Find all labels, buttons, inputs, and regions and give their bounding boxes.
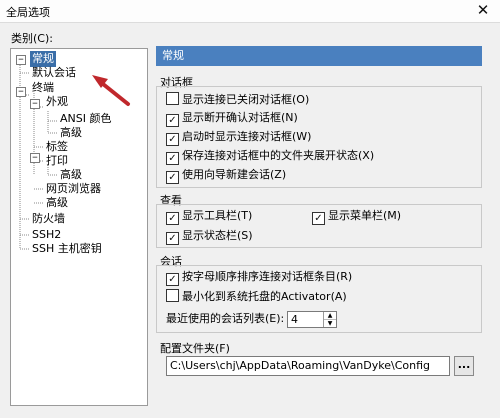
tree-item-firewall[interactable]: 防火墙	[30, 211, 67, 227]
checkbox-icon[interactable]: ✓	[166, 171, 179, 184]
tree-item-ssh-host-keys[interactable]: SSH 主机密钥	[30, 241, 104, 257]
browse-button[interactable]: ...	[454, 356, 474, 376]
option-sort-alphabetically[interactable]: ✓ 按字母顺序排序连接对话框条目(R)	[166, 269, 353, 286]
collapse-icon[interactable]: −	[30, 99, 40, 109]
checkbox-icon[interactable]: ✓	[166, 212, 179, 225]
category-label: 类别(C):	[11, 32, 53, 45]
option-label: 启动时显示连接对话框(W)	[182, 130, 312, 143]
section-header: 常规	[156, 46, 482, 66]
checkbox-icon[interactable]: ✓	[312, 212, 325, 225]
checkbox-icon[interactable]: ✓	[166, 232, 179, 245]
tree-item-browser-advanced[interactable]: 高级	[44, 195, 70, 211]
spin-up-icon[interactable]: ▲	[324, 312, 336, 320]
option-minimize-to-tray[interactable]: 最小化到系统托盘的Activator(A)	[166, 289, 347, 305]
option-show-menubar[interactable]: ✓ 显示菜单栏(M)	[312, 208, 402, 225]
option-label: 按字母顺序排序连接对话框条目(R)	[182, 270, 353, 283]
collapse-icon[interactable]: −	[30, 153, 40, 163]
checkbox-icon[interactable]: ✓	[166, 273, 179, 286]
collapse-icon[interactable]: −	[16, 87, 26, 97]
checkbox-icon[interactable]: ✓	[166, 114, 179, 127]
recent-sessions-stepper[interactable]: 4 ▲ ▼	[287, 311, 337, 328]
option-save-folder-state[interactable]: ✓ 保存连接对话框中的文件夹展开状态(X)	[166, 148, 375, 165]
option-label: 显示工具栏(T)	[182, 209, 253, 222]
checkbox-icon[interactable]	[166, 92, 179, 105]
option-label: 显示连接已关闭对话框(O)	[182, 93, 310, 106]
window-title: 全局选项	[6, 6, 50, 19]
recent-sessions-label: 最近使用的会话列表(E):	[166, 312, 285, 325]
close-icon[interactable]: ✕	[474, 1, 492, 19]
checkbox-icon[interactable]: ✓	[166, 152, 179, 165]
collapse-icon[interactable]: −	[16, 55, 26, 65]
option-use-wizard[interactable]: ✓ 使用向导新建会话(Z)	[166, 167, 287, 184]
option-label: 显示状态栏(S)	[182, 229, 253, 242]
config-folder-label: 配置文件夹(F)	[160, 342, 230, 355]
category-tree[interactable]: − 常规 默认会话 − 终端 − 外观 ANSI 颜色 高级 标签 − 打印 高…	[10, 48, 148, 406]
option-show-connect-on-startup[interactable]: ✓ 启动时显示连接对话框(W)	[166, 129, 312, 146]
option-label: 最小化到系统托盘的Activator(A)	[182, 290, 347, 303]
option-label: 使用向导新建会话(Z)	[182, 168, 287, 181]
option-show-statusbar[interactable]: ✓ 显示状态栏(S)	[166, 228, 253, 245]
option-show-toolbar[interactable]: ✓ 显示工具栏(T)	[166, 208, 253, 225]
option-show-disconnect-confirm[interactable]: ✓ 显示断开确认对话框(N)	[166, 110, 298, 127]
recent-sessions-value[interactable]: 4	[291, 313, 298, 326]
option-label: 保存连接对话框中的文件夹展开状态(X)	[182, 149, 375, 162]
option-label: 显示断开确认对话框(N)	[182, 111, 298, 124]
checkbox-icon[interactable]: ✓	[166, 133, 179, 146]
tree-item-appearance[interactable]: 外观	[44, 94, 70, 110]
title-bar: 全局选项 ✕	[0, 0, 500, 23]
config-folder-input[interactable]: C:\Users\chj\AppData\Roaming\VanDyke\Con…	[166, 356, 450, 376]
checkbox-icon[interactable]	[166, 289, 179, 302]
option-show-connection-closed[interactable]: 显示连接已关闭对话框(O)	[166, 92, 309, 108]
spin-down-icon[interactable]: ▼	[324, 320, 336, 327]
option-label: 显示菜单栏(M)	[328, 209, 402, 222]
tree-item-default-session[interactable]: 默认会话	[30, 65, 78, 81]
